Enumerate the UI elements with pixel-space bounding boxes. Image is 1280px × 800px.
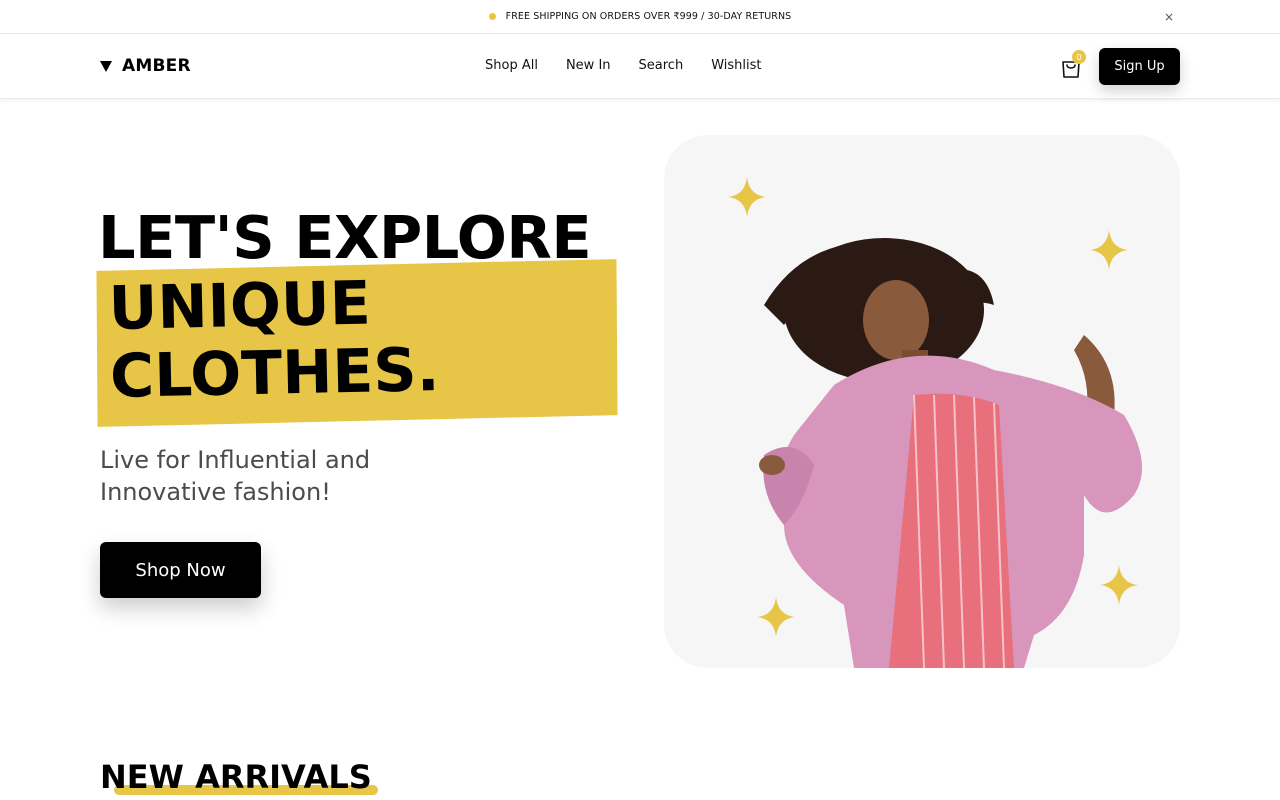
announcement-dot-icon: [488, 13, 496, 20]
sparkle-icon: [1090, 230, 1128, 270]
announcement-bar: FREE SHIPPING ON ORDERS OVER ₹999 / 30-D…: [0, 0, 1280, 34]
logo[interactable]: AMBER: [100, 56, 191, 76]
hero-highlight-line1: UNIQUE: [107, 268, 372, 344]
hero-subtitle: Live for Influential and Innovative fash…: [100, 446, 371, 506]
nav-wishlist[interactable]: Wishlist: [711, 58, 761, 73]
nav-search[interactable]: Search: [639, 58, 684, 73]
logo-text: AMBER: [122, 56, 191, 76]
main-nav: Shop All New In Search Wishlist: [485, 58, 789, 73]
close-icon[interactable]: ×: [1164, 10, 1174, 24]
logo-triangle-icon: [100, 60, 112, 72]
nav-new-in[interactable]: New In: [566, 58, 611, 73]
section-title-new-arrivals: NEW ARRIVALS: [100, 758, 372, 796]
shop-now-button[interactable]: Shop Now: [100, 542, 261, 598]
cart-count-badge: 0: [1072, 50, 1086, 64]
announcement-text: FREE SHIPPING ON ORDERS OVER ₹999 / 30-D…: [505, 11, 792, 22]
hero-highlight-line2: CLOTHES.: [109, 335, 441, 412]
sparkle-icon: [728, 177, 766, 217]
cart-button[interactable]: 0: [1060, 50, 1086, 79]
hero-highlight-text: UNIQUE CLOTHES.: [107, 268, 441, 412]
hero-image-card: [664, 135, 1180, 668]
sparkle-icon: [1100, 565, 1138, 605]
site-header: AMBER Shop All New In Search Wishlist 0 …: [0, 35, 1280, 99]
sign-up-button[interactable]: Sign Up: [1099, 48, 1180, 85]
sparkle-icon: [757, 597, 795, 637]
nav-shop-all[interactable]: Shop All: [485, 58, 538, 73]
